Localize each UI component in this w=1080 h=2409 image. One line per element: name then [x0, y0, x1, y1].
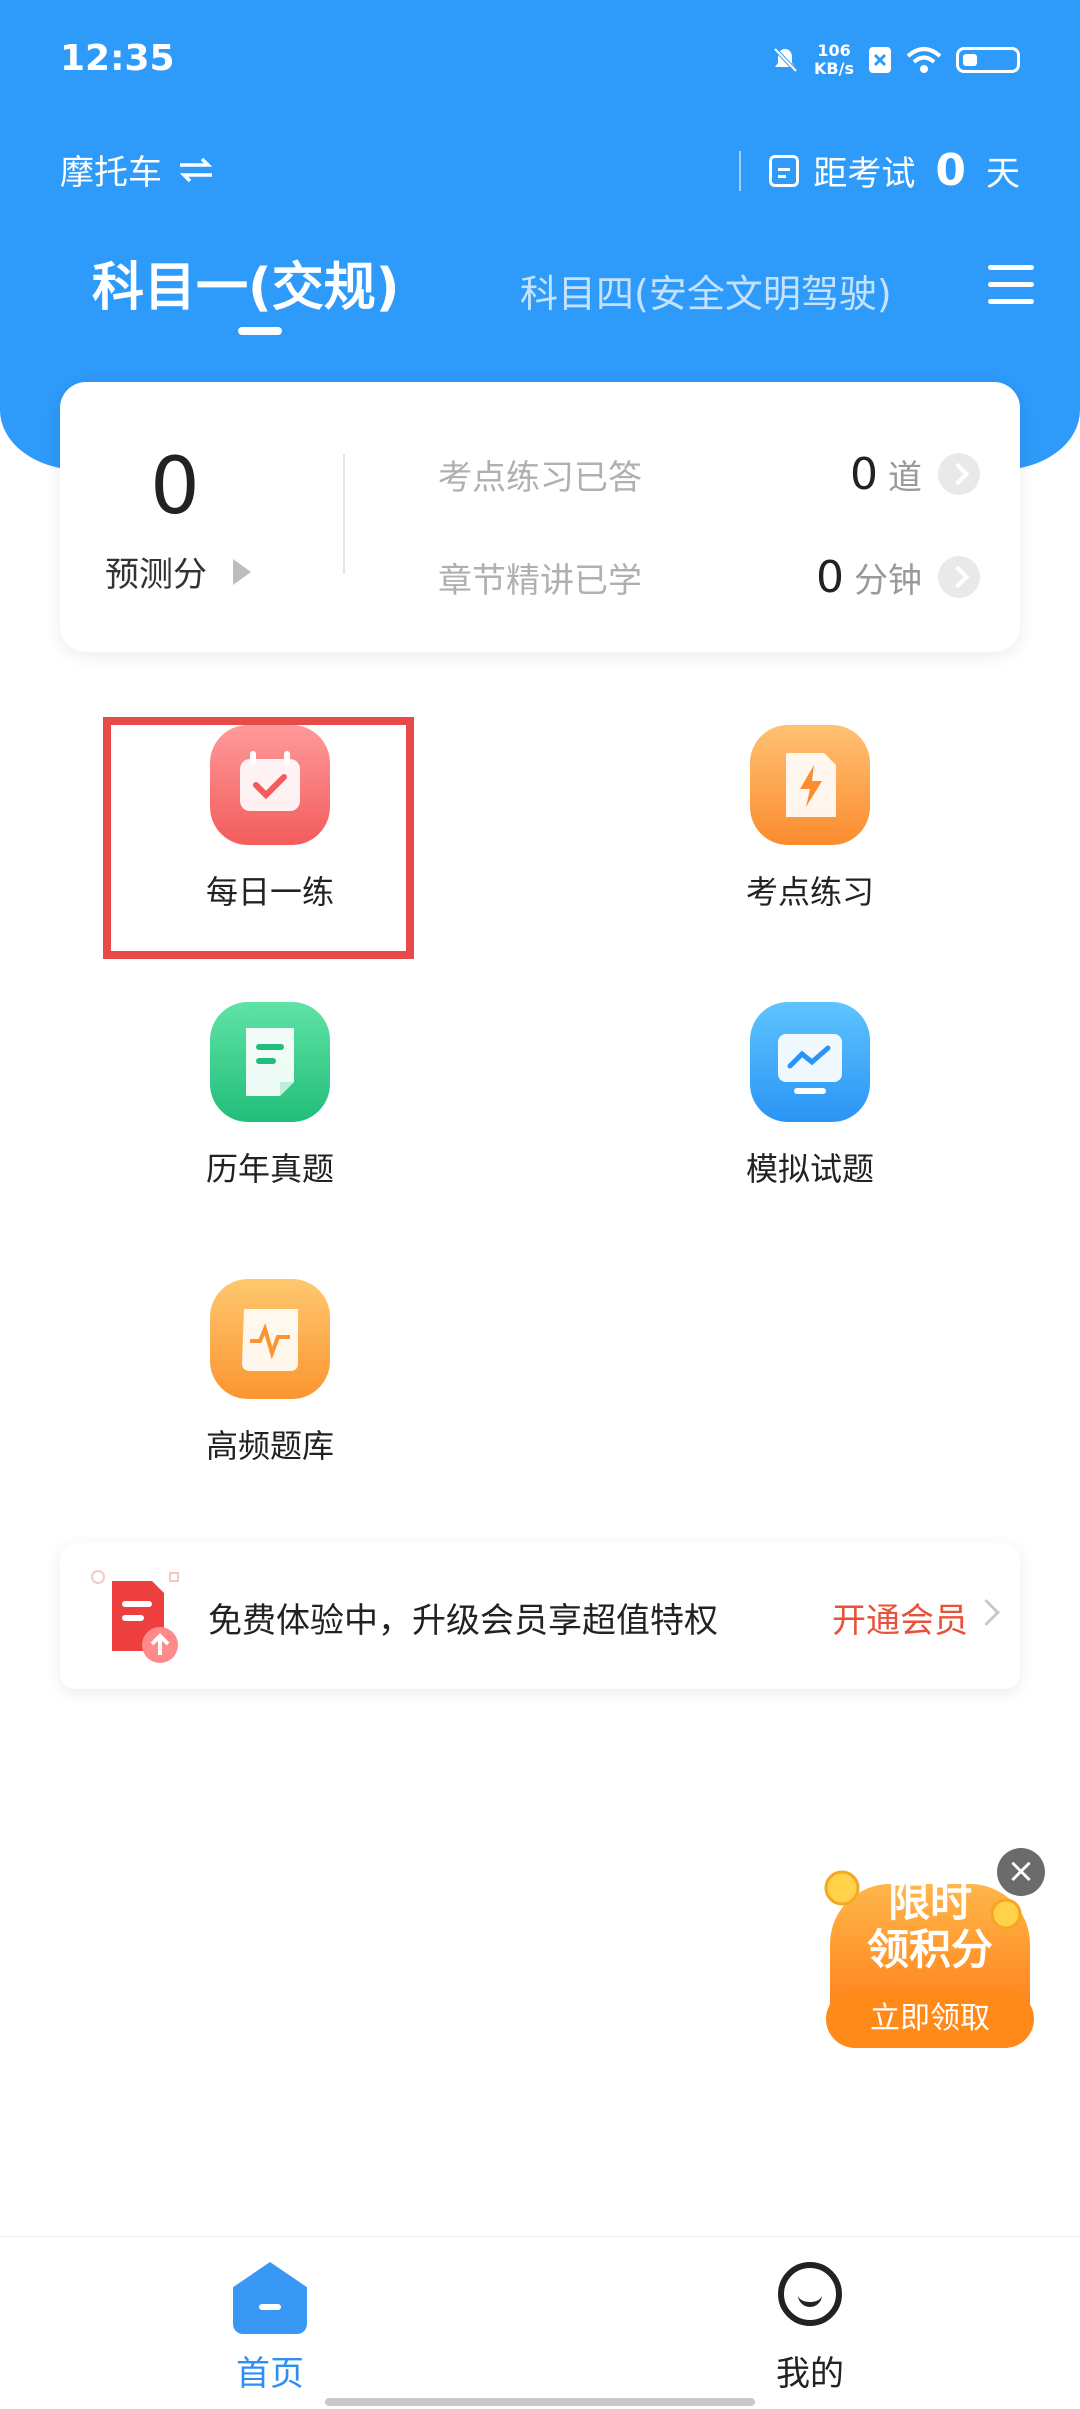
play-triangle-icon: [233, 558, 251, 585]
highlight-box: [103, 717, 414, 959]
predicted-score: 0: [150, 442, 200, 532]
home-indicator[interactable]: [325, 2398, 755, 2406]
open-membership-link[interactable]: 开通会员: [832, 1593, 968, 1642]
net-speed: 106 KB/s: [814, 41, 854, 78]
stat-unit: 分钟: [854, 560, 922, 601]
status-icons: 106 KB/s: [770, 42, 1020, 78]
chevron-right-icon: [938, 453, 980, 495]
stat-value: 0: [816, 551, 844, 603]
tab-subject-one[interactable]: 科目一(交规): [92, 245, 400, 320]
upgrade-document-icon: [91, 1570, 179, 1663]
stat-label: 考点练习已答: [438, 457, 642, 498]
vehicle-label: 摩托车: [60, 153, 162, 193]
claim-now-button[interactable]: 立即领取: [826, 1990, 1034, 2048]
nav-home-label: 首页: [236, 2354, 304, 2394]
stat-value: 0: [850, 448, 878, 500]
grid-item-topic-practice[interactable]: 考点练习: [660, 725, 960, 913]
grid-item-frequent-questions[interactable]: 高频题库: [120, 1279, 420, 1467]
stat-label: 章节精讲已学: [438, 560, 642, 601]
stat-unit: 道: [888, 457, 922, 498]
chevron-right-icon: [973, 1599, 1000, 1626]
points-promo-badge[interactable]: 限时 领积分 立即领取 ×: [820, 1848, 1045, 2048]
nav-profile[interactable]: 我的: [710, 2262, 910, 2395]
status-time: 12:35: [60, 38, 175, 79]
membership-banner[interactable]: 免费体验中，升级会员享超值特权 开通会员: [60, 1543, 1020, 1689]
battery-icon: [956, 47, 1020, 73]
scroll-pulse-icon: [210, 1279, 330, 1399]
grid-item-past-exams[interactable]: 历年真题: [120, 1002, 420, 1190]
active-tab-indicator: [238, 327, 282, 335]
bottom-nav: 首页 我的: [0, 2236, 1080, 2409]
grid-item-label: 考点练习: [745, 873, 874, 911]
grid-item-label: 模拟试题: [745, 1150, 874, 1188]
exam-countdown[interactable]: 距考试 0 天: [739, 145, 1020, 196]
chevron-right-icon: [938, 556, 980, 598]
vehicle-switch[interactable]: 摩托车: [60, 145, 216, 194]
predicted-score-link[interactable]: 预测分: [105, 547, 251, 596]
grid-item-mock-exam[interactable]: 模拟试题: [660, 1002, 960, 1190]
countdown-days: 0: [935, 145, 966, 196]
sim-x-icon: [869, 47, 891, 73]
grid-item-label: 历年真题: [205, 1150, 334, 1188]
countdown-prefix: 距考试: [813, 154, 916, 194]
calendar-icon: [769, 154, 800, 187]
stat-row-practice[interactable]: 考点练习已答 0 道: [438, 444, 980, 504]
menu-icon[interactable]: [988, 265, 1034, 305]
stats-card: 0 预测分 考点练习已答 0 道 章节精讲已学 0 分钟: [60, 382, 1020, 652]
stat-row-chapters[interactable]: 章节精讲已学 0 分钟: [438, 547, 980, 607]
nav-profile-label: 我的: [776, 2354, 844, 2394]
monitor-chart-icon: [750, 1002, 870, 1122]
subject-tabs: 科目一(交规) 科目四(安全文明驾驶): [0, 245, 1080, 345]
promo-text: 免费体验中，升级会员享超值特权: [208, 1601, 718, 1641]
top-bar: 摩托车 距考试 0 天: [60, 145, 1020, 196]
badge-title: 限时 领积分: [866, 1877, 993, 1974]
swap-icon: [179, 157, 213, 182]
smile-face-icon: [773, 2262, 847, 2334]
predicted-score-label: 预测分: [105, 555, 207, 595]
countdown-divider: [739, 150, 742, 191]
grid-item-label: 高频题库: [205, 1427, 334, 1465]
home-icon: [233, 2262, 307, 2334]
countdown-unit: 天: [986, 154, 1020, 194]
stats-divider: [343, 454, 345, 574]
document-icon: [210, 1002, 330, 1122]
tab-subject-four[interactable]: 科目四(安全文明驾驶): [520, 263, 892, 318]
status-bar: 12:35 106 KB/s: [60, 38, 1020, 88]
lightning-doc-icon: [750, 725, 870, 845]
wifi-icon: [906, 47, 942, 73]
mute-bell-icon: [773, 47, 798, 73]
close-icon[interactable]: ×: [997, 1848, 1045, 1896]
nav-home[interactable]: 首页: [170, 2262, 370, 2395]
